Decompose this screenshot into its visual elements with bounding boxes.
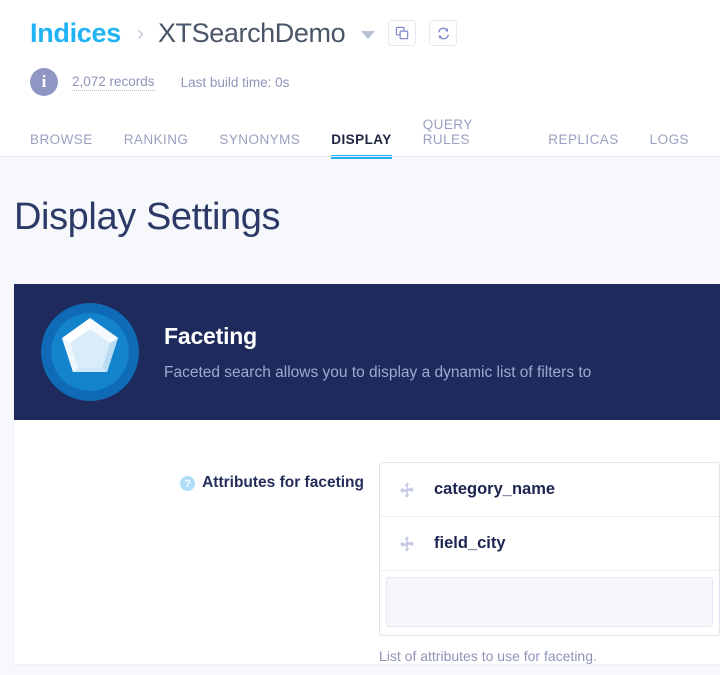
attribute-name: category_name bbox=[434, 480, 556, 498]
move-handle-icon[interactable] bbox=[398, 535, 416, 553]
attributes-list: category_name field_city bbox=[379, 462, 720, 636]
faceting-banner: Faceting Faceted search allows you to di… bbox=[14, 284, 720, 420]
faceting-card: Faceting Faceted search allows you to di… bbox=[14, 284, 720, 664]
last-build-time: Last build time: 0s bbox=[180, 74, 290, 90]
attributes-for-faceting-row: ? Attributes for faceting category_name bbox=[14, 420, 720, 664]
records-count[interactable]: 2,072 records bbox=[72, 74, 155, 91]
breadcrumb: Indices › XTSearchDemo bbox=[30, 0, 720, 55]
faceting-description: Faceted search allows you to display a d… bbox=[164, 363, 592, 381]
attributes-field-col: category_name field_city List of attribu… bbox=[364, 462, 720, 664]
main-content: Display Settings Faceting Faceted search… bbox=[0, 157, 720, 675]
attributes-for-faceting-label: Attributes for faceting bbox=[202, 474, 364, 491]
breadcrumb-indices-link[interactable]: Indices bbox=[30, 19, 121, 47]
tab-synonyms[interactable]: SYNONYMS bbox=[219, 132, 300, 157]
help-icon[interactable]: ? bbox=[180, 476, 196, 491]
gem-logo-icon bbox=[40, 302, 140, 402]
tab-logs[interactable]: LOGS bbox=[650, 132, 689, 157]
index-tabs: BROWSE RANKING SYNONYMS DISPLAY QUERY RU… bbox=[30, 117, 720, 159]
tab-ranking[interactable]: RANKING bbox=[124, 132, 189, 157]
move-handle-icon[interactable] bbox=[398, 481, 416, 499]
list-item[interactable]: field_city bbox=[380, 517, 719, 571]
chevron-down-icon[interactable] bbox=[361, 31, 376, 39]
index-info-row: i 2,072 records Last build time: 0s bbox=[30, 68, 720, 96]
attributes-helper-text: List of attributes to use for faceting. bbox=[379, 648, 597, 664]
faceting-banner-text: Faceting Faceted search allows you to di… bbox=[164, 323, 591, 382]
tab-display[interactable]: DISPLAY bbox=[331, 132, 393, 159]
breadcrumb-separator-icon: › bbox=[136, 21, 144, 45]
header-divider bbox=[0, 156, 720, 157]
copy-index-button[interactable] bbox=[388, 20, 417, 46]
app-header: Indices › XTSearchDemo i 2,072 records L… bbox=[0, 0, 720, 159]
attributes-label-col: ? Attributes for faceting bbox=[14, 462, 364, 664]
info-icon: i bbox=[30, 68, 58, 96]
tab-query-rules[interactable]: QUERY RULES bbox=[423, 117, 518, 157]
tab-browse[interactable]: BROWSE bbox=[30, 132, 93, 157]
tab-replicas[interactable]: REPLICAS bbox=[548, 132, 618, 157]
add-attribute-input[interactable] bbox=[386, 577, 713, 627]
breadcrumb-index-name: XTSearchDemo bbox=[157, 17, 346, 48]
page-title: Display Settings bbox=[14, 196, 281, 238]
refresh-index-button[interactable] bbox=[429, 20, 458, 46]
attribute-name: field_city bbox=[434, 534, 506, 552]
faceting-title: Faceting bbox=[164, 322, 257, 349]
refresh-icon bbox=[437, 27, 449, 39]
list-item[interactable]: category_name bbox=[380, 463, 719, 517]
copy-icon bbox=[395, 26, 408, 39]
